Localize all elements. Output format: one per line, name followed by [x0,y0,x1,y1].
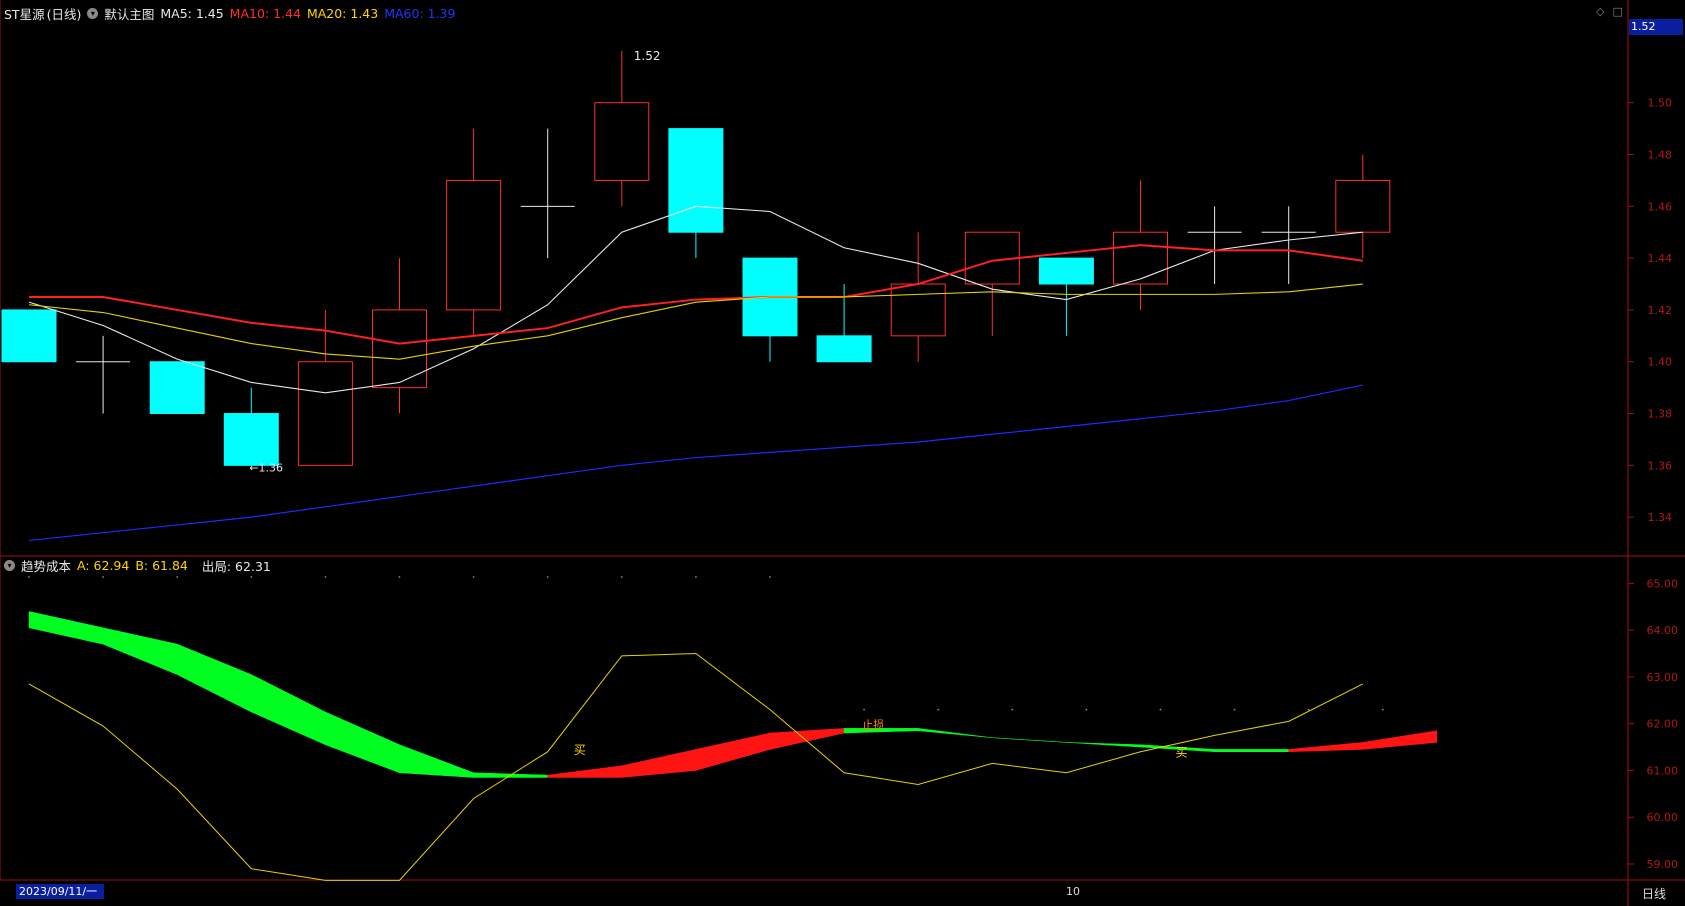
cursor-date-tag: 2023/09/11/一 [16,884,104,899]
dot-marker [28,576,30,578]
dot-marker [398,576,401,578]
candle-body[interactable] [816,335,872,363]
y-tick-label: 1.40 [1648,356,1673,369]
chevron-down-icon[interactable]: ▾ [87,7,99,19]
y-tick-label: 59.00 [1647,858,1679,871]
cost-ribbon-segment [917,728,993,738]
dot-marker [472,576,475,578]
dot-marker [769,576,771,578]
cost-ribbon-segment [1362,730,1438,750]
period-label: (日线) [46,6,82,22]
dot-marker [1381,708,1384,711]
symbol-name[interactable]: ST星源 [4,4,45,23]
y-tick-label: 1.38 [1648,408,1673,421]
y-tick-label: 65.00 [1647,577,1679,590]
stock-chart-window: 1.34 1.36 1.38 1.40 1.42 1.44 1.46 1.48 1.50 1.52… [0,0,1685,906]
y-tick-label: 61.00 [1647,764,1679,777]
cost-ribbon-segment [1288,742,1364,752]
low-marker: ←1.36 [249,461,283,474]
high-marker: 1.52 [634,49,661,63]
sub-chart-header: ▾ 趋势成本 A: 62.94 B: 61.84 出局: 62.31 [4,556,271,574]
y-tick-label: 1.36 [1648,459,1673,472]
ma10-value: MA10: 1.44 [229,5,301,21]
candle-body[interactable] [149,361,205,415]
b-value: B: 61.84 [135,557,188,573]
dot-marker [546,576,549,578]
cost-ribbon-segment [102,627,178,675]
cost-ribbon-segment [621,749,697,778]
cost-ribbon-segment [176,643,252,713]
y-tick-label: 63.00 [1647,671,1679,684]
diamond-icon[interactable]: ◇ [1596,5,1604,18]
cost-ribbon-segment [251,674,326,746]
window-controls: ◇ □ [1596,5,1623,18]
main-indicator-name[interactable]: 默认主图 [104,4,154,23]
buy-signal-label: 买 [574,743,586,757]
stop-loss-label: 止损 [862,717,884,731]
dot-marker [1159,708,1162,711]
dot-marker [937,708,940,711]
y-tick-label: 1.42 [1648,304,1673,317]
main-chart-header: ST星源 (日线) ▾ 默认主图 MA5: 1.45 MA10: 1.44 MA… [4,4,455,22]
candle-body[interactable] [1038,257,1094,285]
y-tick-label: 1.48 [1648,149,1673,162]
dot-marker [695,576,697,578]
dot-marker [620,576,623,578]
cost-ribbon-segment [28,611,104,645]
candle-body[interactable] [890,283,946,337]
candle-body[interactable] [594,102,650,181]
y-tick-label: 1.34 [1648,511,1673,524]
cost-ribbon-segment [1066,742,1141,748]
candle-body[interactable] [446,179,502,311]
cost-ribbon-segment [1214,749,1289,752]
last-price-tag: 1.52 [1629,19,1683,35]
candle-body[interactable] [223,413,279,466]
dot-marker [1307,708,1310,711]
period-selector[interactable]: 日线 [1642,885,1666,902]
cost-ribbon-segment [992,737,1067,743]
cost-ribbon-segment [695,732,771,771]
dot-marker [1233,708,1236,711]
dot-marker [324,576,327,578]
ma20-value: MA20: 1.43 [306,5,379,21]
y-tick-label: 1.50 [1648,97,1673,110]
candle-body[interactable] [1113,231,1168,285]
square-icon[interactable]: □ [1612,5,1622,18]
y-tick-label: 1.44 [1648,252,1673,265]
candle-body[interactable] [668,128,724,233]
dot-marker [1011,708,1014,711]
ma60-value: MA60: 1.39 [384,5,456,21]
candle-body[interactable] [297,361,353,466]
dot-marker [102,576,104,578]
dot-marker [1085,708,1088,711]
cost-ribbon-segment [769,728,845,750]
cost-ribbon-segment [399,744,474,778]
buy-signal-label: 买 [1176,745,1188,759]
y-tick-label: 60.00 [1647,811,1679,824]
sub-indicator-name[interactable]: 趋势成本 [21,556,71,575]
chart-canvas[interactable]: 1.34 1.36 1.38 1.40 1.42 1.44 1.46 1.48 1.50 1.52… [0,0,1685,906]
candle-body[interactable] [1335,179,1391,233]
y-tick-label: 1.46 [1648,200,1673,213]
candle-body[interactable] [1,309,57,363]
y-tick-label: 64.00 [1647,624,1679,637]
out-value: 出局: 62.31 [201,558,271,574]
x-axis-tick: 10 [1066,885,1080,898]
a-value: A: 62.94 [77,557,130,573]
cost-ribbon-segment [325,711,400,774]
cost-ribbon-segment [547,765,623,778]
dot-marker [250,576,253,578]
chevron-down-icon[interactable]: ▾ [4,559,15,571]
dot-marker [863,708,865,711]
ma5-value: MA5: 1.45 [160,5,224,21]
ma20-line [28,283,1363,360]
dot-marker [176,576,179,578]
y-tick-label: 62.00 [1647,718,1679,731]
candle-body[interactable] [372,309,427,389]
